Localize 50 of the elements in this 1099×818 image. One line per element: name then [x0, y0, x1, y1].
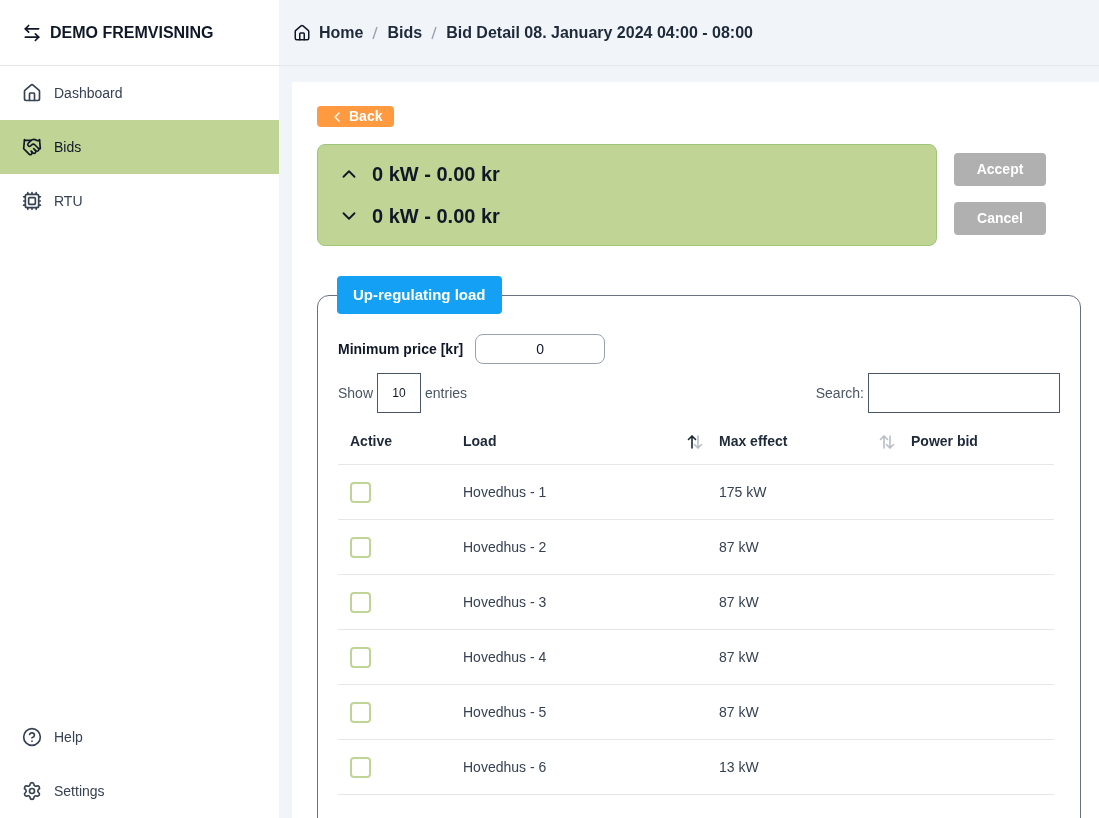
sidebar-item[interactable]: Help — [0, 710, 279, 764]
table-cell-text: 87 kW — [719, 702, 760, 722]
breadcrumb-separator-icon — [430, 24, 439, 41]
breadcrumb-link[interactable]: Bids — [387, 20, 423, 45]
table-cell-text: Hovedhus - 6 — [463, 757, 548, 777]
table-cell-text: Hovedhus - 2 — [463, 537, 548, 557]
checkbox[interactable] — [350, 756, 371, 778]
table-cell-text: 87 kW — [719, 537, 760, 557]
breadcrumb-link[interactable]: Bid Detail 08. January 2024 04:00 - 08:00 — [446, 20, 753, 45]
table-cell-text: 175 kW — [719, 482, 768, 502]
sidebar-item[interactable]: Dashboard — [0, 66, 279, 120]
home-icon — [293, 23, 311, 42]
checkbox[interactable] — [350, 646, 371, 668]
minimum-price-field[interactable]: 0 — [475, 334, 606, 364]
column-header[interactable]: Active — [350, 431, 393, 452]
arrows-icon — [22, 22, 42, 43]
checkbox[interactable] — [350, 536, 371, 558]
entries-field[interactable]: 10 — [377, 373, 422, 413]
help-icon — [22, 727, 42, 747]
handshake-icon — [22, 137, 42, 157]
settings-icon — [22, 781, 42, 801]
checkbox[interactable] — [350, 591, 371, 613]
sidebar-item[interactable]: Bids — [0, 120, 279, 174]
home-icon — [22, 83, 42, 103]
entries-label: entries — [425, 383, 468, 403]
checkbox[interactable] — [350, 701, 371, 723]
table-cell-text: Hovedhus - 5 — [463, 702, 548, 722]
column-header[interactable]: Max effect — [719, 431, 788, 452]
column-header[interactable]: Power bid — [911, 431, 978, 452]
checkbox[interactable] — [350, 481, 371, 503]
search-field[interactable] — [868, 373, 1060, 413]
table-cell-text: Hovedhus - 4 — [463, 647, 548, 667]
chip-icon — [22, 191, 42, 211]
brand-title: DEMO FREMVISNING — [50, 22, 214, 43]
breadcrumb-separator-icon — [371, 24, 380, 41]
table-cell-text: Hovedhus - 1 — [463, 482, 548, 502]
table-cell-text: Hovedhus - 3 — [463, 592, 548, 612]
sort-arrows-icon[interactable] — [687, 434, 703, 449]
sidebar-item[interactable]: Settings — [0, 764, 279, 818]
minimum-price-label: Minimum price [kr] — [338, 339, 464, 359]
table-cell-text: 13 kW — [719, 757, 760, 777]
table-cell-text: 87 kW — [719, 592, 760, 612]
breadcrumb-link[interactable]: Home — [319, 20, 364, 45]
table-cell-text: 87 kW — [719, 647, 760, 667]
column-header[interactable]: Load — [463, 431, 497, 452]
sidebar-item[interactable]: RTU — [0, 174, 279, 228]
summary-value: 0 kW - 0.00 kr — [372, 204, 500, 229]
show-label: Show — [338, 383, 374, 403]
search-label: Search: — [815, 383, 864, 403]
summary-value: 0 kW - 0.00 kr — [372, 162, 500, 187]
